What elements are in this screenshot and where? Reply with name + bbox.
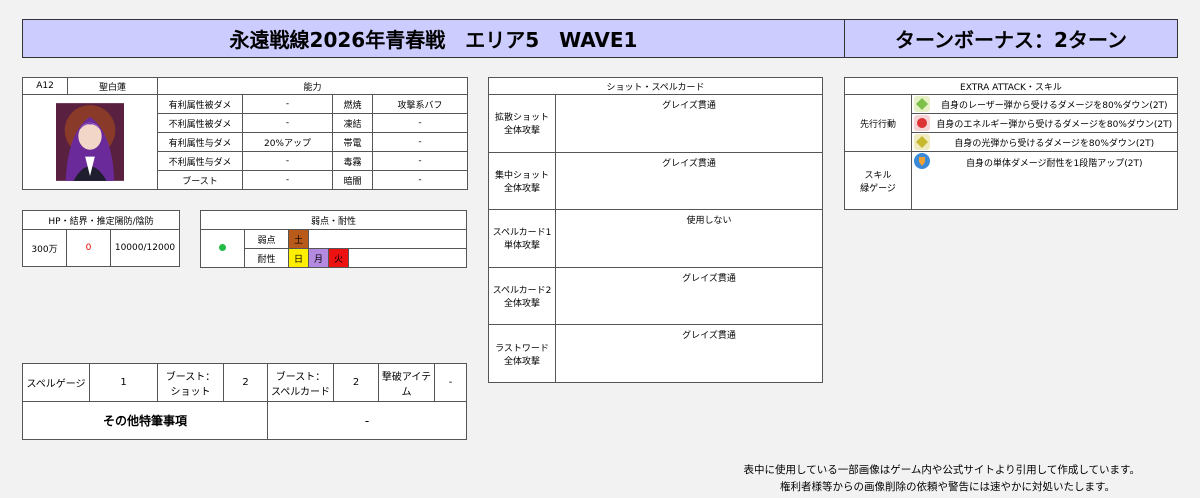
shot-desc: グレイズ貫通: [555, 266, 823, 326]
ability-label: 有利属性与ダメ: [157, 132, 243, 152]
shield-icon: [911, 151, 932, 210]
boost-spell-label: ブースト： スペルカード: [267, 363, 334, 402]
notes-label: その他特筆事項: [22, 401, 268, 440]
status-label: 帯電: [332, 132, 373, 152]
status-value: -: [371, 132, 469, 152]
shot-header: ショット・スペルカード: [488, 77, 823, 95]
spell-gauge-label: スペルゲージ: [22, 363, 90, 402]
shot-name: スペルカード2 全体攻撃: [488, 266, 556, 326]
resist-label: 耐性: [244, 248, 289, 268]
hp-table: HP・結界・推定陽防/陰防 300万 0 10000/12000: [21, 210, 181, 267]
resist-element: 月: [308, 248, 329, 268]
laser-icon: [911, 94, 932, 114]
shot-desc: グレイズ貫通: [555, 151, 823, 211]
resist-element: 日: [288, 248, 309, 268]
boost-spell-value: 2: [333, 363, 379, 402]
shot-desc: グレイズ貫通: [555, 94, 823, 153]
drop-item-label: 撃破アイテム: [378, 363, 435, 402]
ability-label: ブースト: [157, 170, 243, 190]
footer-line-2: 権利者様等からの画像削除の依頼や警告には速やかに対処いたします。: [780, 481, 1115, 493]
status-label: 凍結: [332, 113, 373, 133]
ability-label: 不利属性被ダメ: [157, 113, 243, 133]
character-id: A12: [22, 77, 68, 95]
ability-value: -: [242, 170, 333, 190]
shot-name: ラストワード 全体攻撃: [488, 324, 556, 383]
ability-value: -: [242, 94, 333, 114]
resist-element: 火: [328, 248, 349, 268]
first-action-text: 自身のエネルギー弾から受けるダメージを80%ダウン(2T): [931, 113, 1178, 133]
character-name: 聖白蓮: [67, 77, 158, 95]
skill-text: 自身の単体ダメージ耐性を1段階アップ(2T): [931, 151, 1178, 210]
ability-value: -: [242, 151, 333, 171]
hp-header: HP・結界・推定陽防/陰防: [21, 210, 181, 230]
element-dot: [200, 229, 245, 268]
weakness-header: 弱点・耐性: [200, 210, 467, 230]
extra-header: EXTRA ATTACK・スキル: [844, 77, 1178, 95]
shot-desc: グレイズ貫通: [555, 324, 823, 383]
ability-table: A12 聖白蓮 能力 有利属性被ダメ - 燃焼 攻撃系バフ 不利属性被ダメ - …: [22, 77, 469, 190]
bottom-table: スペルゲージ 1 ブースト： ショット 2 ブースト： スペルカード 2 撃破アイテ…: [22, 363, 467, 440]
barrier-value: 0: [66, 229, 111, 267]
energy-icon: [911, 113, 932, 133]
status-value: -: [371, 113, 469, 133]
spell-gauge-value: 1: [89, 363, 158, 402]
weakness-table: 弱点・耐性 弱点 土 耐性 日 月 火: [200, 210, 467, 268]
ability-label: 不利属性与ダメ: [157, 151, 243, 171]
first-action-label: 先行行動: [844, 94, 912, 152]
weak-label: 弱点: [244, 229, 289, 249]
resist-empty: [348, 248, 467, 268]
drop-item-value: -: [434, 363, 467, 402]
first-action-text: 自身の光弾から受けるダメージを80%ダウン(2T): [931, 132, 1178, 152]
page-title: 永遠戦線2026年青春戦 エリア5 WAVE1: [22, 19, 845, 58]
status-label: 毒霧: [332, 151, 373, 171]
footer-line-1: 表中に使用している一部画像はゲーム内や公式サイトより引用して作成しています。: [743, 464, 1140, 476]
status-value: -: [371, 151, 469, 171]
ability-header: 能力: [156, 77, 469, 95]
shot-desc: 使用しない: [555, 209, 823, 268]
green-dot-icon: [219, 243, 226, 251]
notes-value: -: [267, 401, 467, 440]
status-value: 攻撃系バフ: [371, 94, 469, 114]
defense-value: 10000/12000: [109, 229, 181, 267]
status-label: 燃焼: [332, 94, 373, 114]
first-action-text: 自身のレーザー弾から受けるダメージを80%ダウン(2T): [931, 94, 1178, 114]
character-portrait-image: [56, 103, 124, 181]
skill-label: スキル 緑ゲージ: [844, 151, 912, 210]
boost-shot-label: ブースト： ショット: [157, 363, 224, 402]
ability-value: -: [242, 113, 333, 133]
light-icon: [911, 132, 932, 152]
turn-bonus: ターンボーナス：2ターン: [844, 19, 1178, 58]
shot-name: 集中ショット 全体攻撃: [488, 151, 556, 211]
character-portrait: [22, 94, 158, 190]
weak-element: 土: [288, 229, 309, 249]
ability-value: 20%アップ: [242, 132, 333, 152]
shot-name: スペルカード1 単体攻撃: [488, 209, 556, 268]
boost-shot-value: 2: [223, 363, 268, 402]
status-value: -: [371, 170, 469, 190]
shot-name: 拡散ショット 全体攻撃: [488, 94, 556, 153]
ability-label: 有利属性被ダメ: [157, 94, 243, 114]
shot-table: ショット・スペルカード 拡散ショット 全体攻撃 グレイズ貫通 集中ショット 全体攻撃…: [488, 77, 823, 383]
status-label: 暗闇: [332, 170, 373, 190]
extra-table: EXTRA ATTACK・スキル 先行行動 自身のレーザー弾から受けるダメージを…: [844, 77, 1178, 210]
weak-empty: [308, 229, 467, 249]
hp-value: 300万: [22, 229, 67, 267]
